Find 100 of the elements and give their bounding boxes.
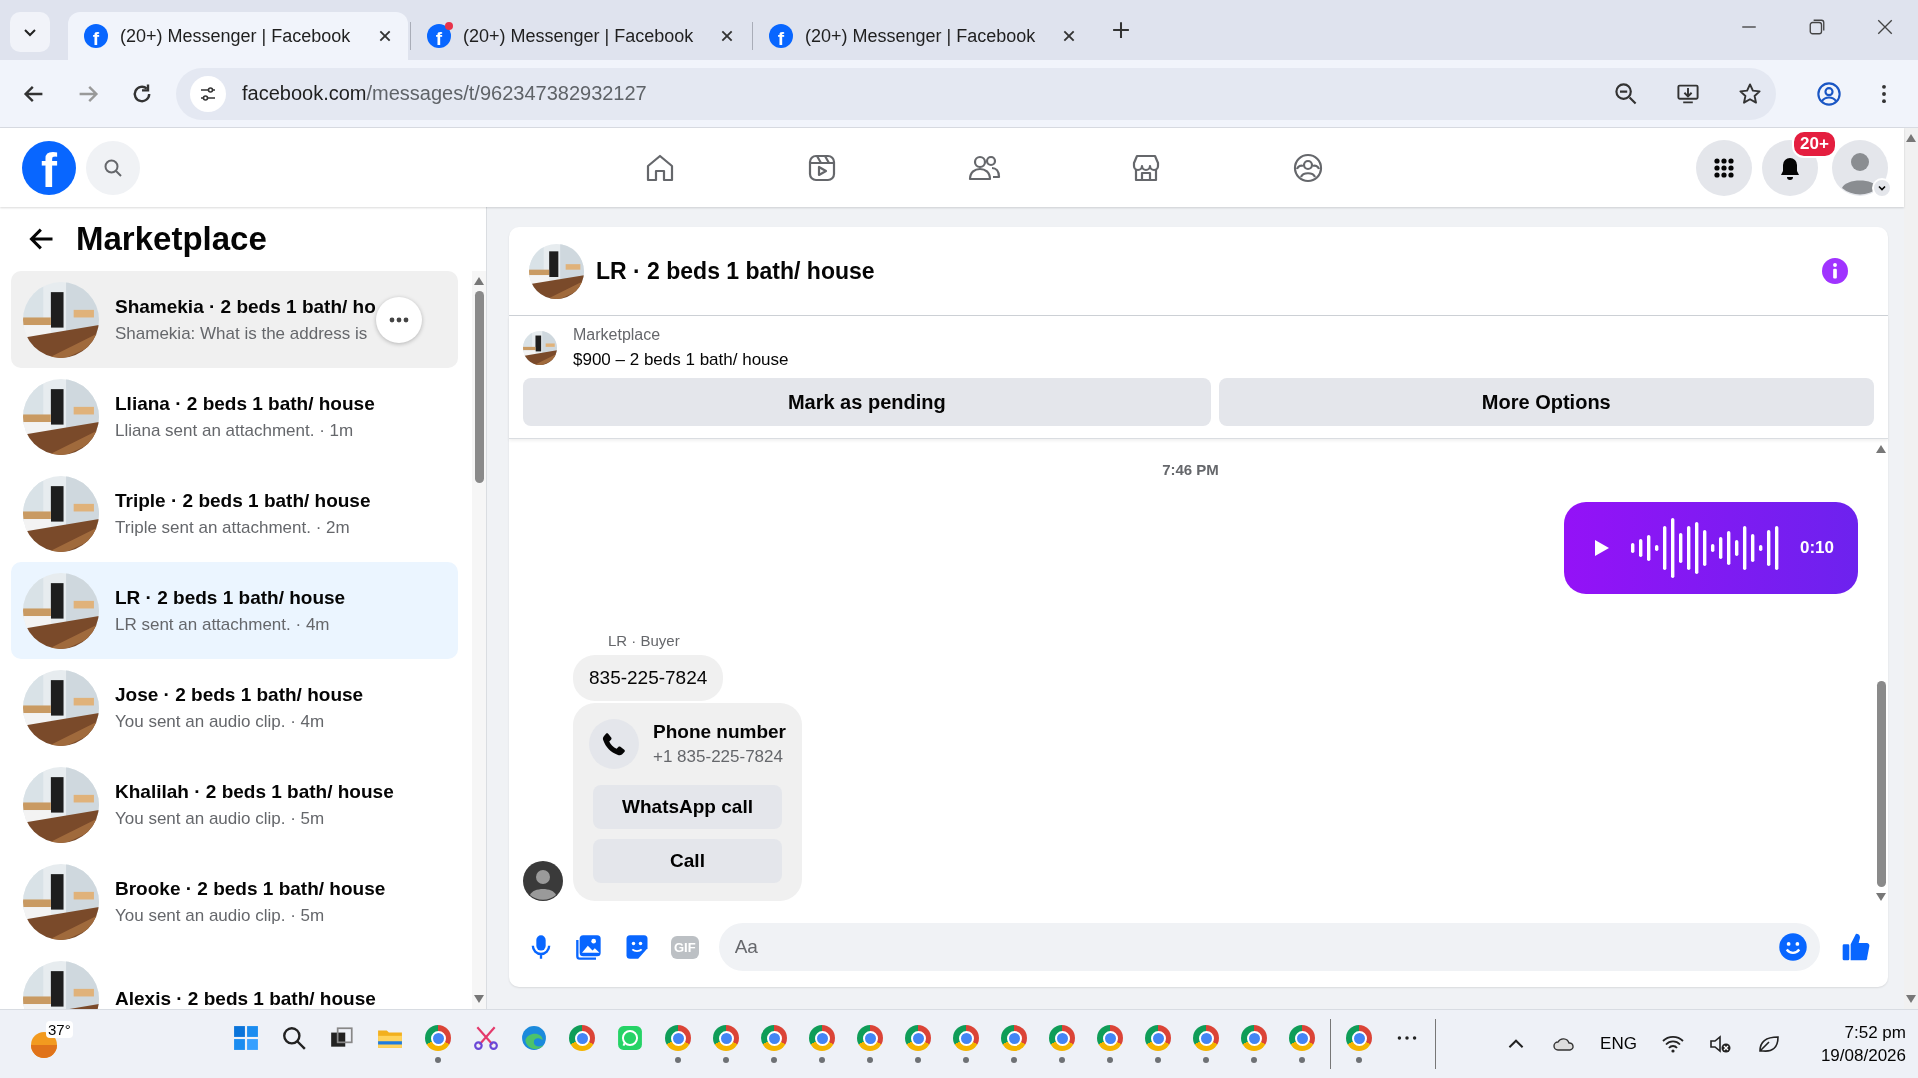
browser-tab[interactable]: f (20+) Messenger | Facebook — [68, 12, 408, 60]
more-options-button[interactable] — [376, 297, 422, 343]
conversation-item[interactable]: Triple · 2 beds 1 bath/ house Triple sent an attachment. · 2m — [11, 465, 458, 562]
wave-icon[interactable] — [521, 1025, 547, 1051]
logo[interactable]: f — [22, 140, 76, 195]
site-settings-button[interactable] — [190, 75, 226, 112]
browser-icon[interactable] — [713, 1025, 739, 1051]
message-preview: You sent an audio clip. · 5m — [115, 905, 326, 926]
bell-icon — [1779, 155, 1801, 180]
conversation-item[interactable]: Lliana · 2 beds 1 bath/ house Lliana sent an attachment. · 1m — [11, 368, 458, 465]
browser-icon[interactable] — [905, 1025, 931, 1051]
audio-message[interactable]: 0:10 — [1564, 502, 1858, 594]
browser-icon[interactable] — [953, 1025, 979, 1051]
conversation-title: Lliana · 2 beds 1 bath/ house — [115, 392, 375, 415]
scroll-up-icon[interactable] — [1906, 134, 1916, 142]
browser-icon[interactable] — [1049, 1025, 1075, 1051]
account-menu-button[interactable] — [1872, 177, 1892, 198]
conversation-title: Triple · 2 beds 1 bath/ house — [115, 489, 371, 512]
scroll-down-icon[interactable] — [474, 995, 484, 1003]
conversation-item[interactable]: Jose · 2 beds 1 bath/ house You sent an audio clip. · 4m — [11, 659, 458, 756]
browser-icon[interactable] — [665, 1025, 691, 1051]
scissors-icon[interactable] — [473, 1025, 499, 1051]
message-preview: LR sent an attachment. · 4m — [115, 614, 331, 635]
bookmark-star-icon[interactable] — [1738, 81, 1762, 106]
message-input[interactable]: Aa — [732, 935, 1778, 959]
conversation-title: LR · 2 beds 1 bath/ house — [115, 586, 346, 609]
clock-date[interactable]: 19/08/2026 — [1820, 1045, 1906, 1066]
listing-title[interactable]: $900 – 2 beds 1 bath/ house — [573, 350, 789, 370]
sender-label: LR · Buyer — [608, 632, 681, 649]
browser-icon[interactable] — [857, 1025, 883, 1051]
conversation-item[interactable]: LR · 2 beds 1 bath/ house LR sent an attachment. · 4m — [11, 562, 458, 659]
listing-label: Marketplace — [573, 326, 662, 344]
conversation-item[interactable]: Shamekia · 2 beds 1 bath/ ho Shamekia: What is the address is — [11, 271, 458, 368]
scroll-thumb[interactable] — [474, 291, 484, 483]
browser-icon[interactable] — [1346, 1025, 1372, 1051]
close-icon[interactable] — [1876, 18, 1894, 36]
play-icon[interactable] — [1594, 539, 1610, 557]
message-field[interactable]: Aa — [718, 923, 1820, 971]
wifi-icon[interactable] — [1660, 1033, 1685, 1055]
leaf-icon[interactable] — [1756, 1033, 1781, 1055]
message-bubble: 835-225-7824 — [573, 655, 724, 701]
scroll-up-icon[interactable] — [1876, 445, 1886, 453]
browser-icon[interactable] — [1193, 1025, 1219, 1051]
browser-icon[interactable] — [1097, 1025, 1123, 1051]
muted-speaker-icon[interactable] — [1708, 1033, 1733, 1055]
address-field[interactable]: facebook.com/messages/t/962347382932127 — [176, 67, 1776, 120]
conversation-title: Khalilah · 2 beds 1 bath/ house — [115, 780, 394, 803]
section-title: Marketplace — [76, 220, 267, 258]
conversation-item[interactable]: Brooke · 2 beds 1 bath/ house You sent an audio clip. · 5m — [11, 853, 458, 950]
language-indicator[interactable]: ENG — [1600, 1034, 1637, 1054]
scroll-up-icon[interactable] — [474, 277, 484, 285]
close-icon[interactable] — [720, 29, 734, 43]
action-button[interactable]: More Options — [1218, 378, 1874, 426]
search-icon[interactable] — [281, 1025, 307, 1051]
zoom-out-icon[interactable] — [1614, 81, 1638, 106]
action-button[interactable]: Mark as pending — [523, 378, 1211, 426]
browser-icon[interactable] — [1145, 1025, 1171, 1051]
grid-icon — [1713, 156, 1735, 179]
browser-icon[interactable] — [425, 1025, 451, 1051]
browser-icon[interactable] — [1001, 1025, 1027, 1051]
restore-icon[interactable] — [1808, 18, 1826, 36]
conversation-title: Alexis · 2 beds 1 bath/ house — [115, 987, 376, 1009]
scrollbar[interactable] — [472, 271, 486, 1009]
browser-icon[interactable] — [761, 1025, 787, 1051]
new-tab-icon[interactable] — [1112, 21, 1130, 39]
scroll-thumb[interactable] — [1876, 681, 1886, 887]
info-icon[interactable] — [1822, 258, 1848, 284]
favicon-icon: f — [427, 24, 451, 48]
scroll-down-icon[interactable] — [1906, 995, 1916, 1003]
favicon-icon: f — [769, 24, 793, 48]
conversation-item[interactable]: Khalilah · 2 beds 1 bath/ house You sent an audio clip. · 5m — [11, 756, 458, 853]
close-icon[interactable] — [378, 29, 392, 43]
message-preview: You sent an audio clip. · 5m — [115, 808, 326, 829]
audio-duration: 0:10 — [1800, 538, 1834, 558]
search-icon — [103, 157, 123, 178]
favicon-icon: f — [84, 24, 108, 48]
browser-icon[interactable] — [1241, 1025, 1267, 1051]
profile-icon[interactable] — [1816, 80, 1842, 107]
thumbs-up-icon[interactable] — [1840, 931, 1872, 963]
browser-icon[interactable] — [1289, 1025, 1315, 1051]
call-button[interactable]: WhatsApp call — [593, 785, 782, 829]
conversation-title: Jose · 2 beds 1 bath/ house — [115, 683, 364, 706]
emoji-icon[interactable] — [1778, 932, 1808, 962]
timestamp: 7:46 PM — [1162, 461, 1219, 478]
temperature: 37° — [46, 1021, 73, 1038]
clock-time[interactable]: 7:52 pm — [1844, 1022, 1906, 1043]
scroll-down-icon[interactable] — [1876, 893, 1886, 901]
browser-tab[interactable]: f (20+) Messenger | Facebook — [752, 22, 1092, 50]
phone-number: +1 835-225-7824 — [653, 747, 784, 767]
avatar — [523, 861, 563, 901]
card-title: Phone number — [653, 721, 786, 743]
call-button[interactable]: Call — [593, 839, 782, 883]
browser-tab[interactable]: f (20+) Messenger | Facebook — [410, 22, 750, 50]
photo-icon[interactable] — [575, 933, 603, 961]
browser-icon[interactable] — [809, 1025, 835, 1051]
url-text: facebook.com/messages/t/962347382932127 — [242, 82, 648, 105]
scrollbar[interactable] — [1904, 128, 1918, 1009]
browser-icon[interactable] — [569, 1025, 595, 1051]
start-icon[interactable] — [233, 1025, 259, 1051]
close-icon[interactable] — [1062, 29, 1076, 43]
